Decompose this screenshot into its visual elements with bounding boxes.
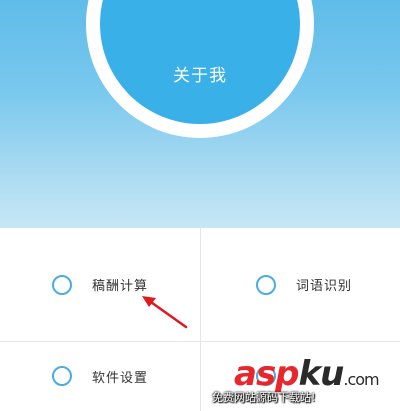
site-watermark: aspku.com 免费网站源码下载站! <box>212 354 392 408</box>
watermark-logo-part: asp <box>234 354 300 394</box>
menu-item-label: 软件设置 <box>92 371 149 386</box>
watermark-logo-part: ku <box>298 354 345 394</box>
menu-item-label: 稿酬计算 <box>92 279 149 294</box>
circle-outline-icon <box>52 274 72 295</box>
profile-header: 关于我 <box>0 0 400 228</box>
circle-outline-icon <box>256 274 276 295</box>
watermark-logo-part: .com <box>343 370 379 389</box>
about-me-label: 关于我 <box>173 65 227 86</box>
watermark-subtitle: 免费网站源码下载站! <box>212 391 316 404</box>
red-arrow-icon <box>142 296 188 329</box>
menu-item-software-settings[interactable]: 软件设置 <box>0 342 200 411</box>
menu-item-word-recognition[interactable]: 词语识别 <box>200 228 400 341</box>
circle-outline-icon <box>52 366 72 386</box>
menu-item-label: 词语识别 <box>296 279 353 294</box>
